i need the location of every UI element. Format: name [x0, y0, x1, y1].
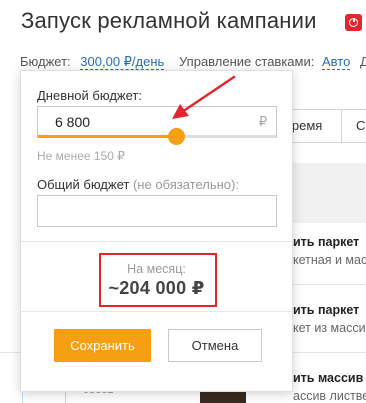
row-divider	[289, 284, 366, 285]
product-subtitle: кетная и масс	[293, 253, 366, 267]
min-budget-hint: Не менее 150 ₽	[37, 149, 125, 163]
budget-label: Бюджет:	[20, 54, 71, 69]
bids-label: Управление ставками:	[179, 54, 315, 69]
total-budget-input[interactable]	[37, 195, 277, 227]
ruble-icon: ₽	[258, 114, 267, 129]
total-budget-label-text: Общий бюджет	[37, 177, 130, 192]
bids-meta: Управление ставками: Авто Д	[179, 54, 366, 70]
annotation-highlight-box	[99, 253, 217, 307]
daily-budget-label: Дневной бюджет:	[37, 88, 142, 103]
target-icon[interactable]	[345, 14, 362, 31]
daily-budget-value: 6 800	[55, 114, 91, 130]
slider-fill	[38, 135, 177, 138]
popover-divider	[21, 311, 292, 312]
product-title[interactable]: ить паркет	[293, 303, 359, 317]
cancel-button[interactable]: Отмена	[168, 329, 262, 362]
product-title[interactable]: ить паркет	[293, 235, 359, 249]
bids-link[interactable]: Авто	[321, 54, 351, 70]
page-title: Запуск рекламной кампании	[21, 8, 317, 33]
budget-popover: Дневной бюджет: 6 800 ₽ Не менее 150 ₽ О…	[20, 70, 293, 392]
tab-next[interactable]: С	[341, 109, 366, 143]
bids-more: Д	[359, 54, 366, 69]
total-budget-optional: (не обязательно):	[132, 177, 239, 192]
daily-budget-slider[interactable]	[38, 128, 276, 145]
product-subtitle: ассив лиственн	[293, 389, 366, 403]
save-button[interactable]: Сохранить	[54, 329, 151, 362]
product-subtitle: кет из масси	[293, 321, 366, 335]
popover-divider	[21, 241, 292, 242]
slider-thumb[interactable]	[168, 128, 186, 145]
budget-meta: Бюджет: 300,00 ₽/день	[20, 54, 165, 70]
total-budget-label: Общий бюджет (не обязательно):	[37, 177, 239, 192]
budget-link[interactable]: 300,00 ₽/день	[80, 54, 165, 70]
daily-budget-input[interactable]: 6 800 ₽	[37, 106, 277, 138]
product-title[interactable]: ить массив	[293, 371, 363, 385]
table-header-strip	[289, 163, 366, 223]
